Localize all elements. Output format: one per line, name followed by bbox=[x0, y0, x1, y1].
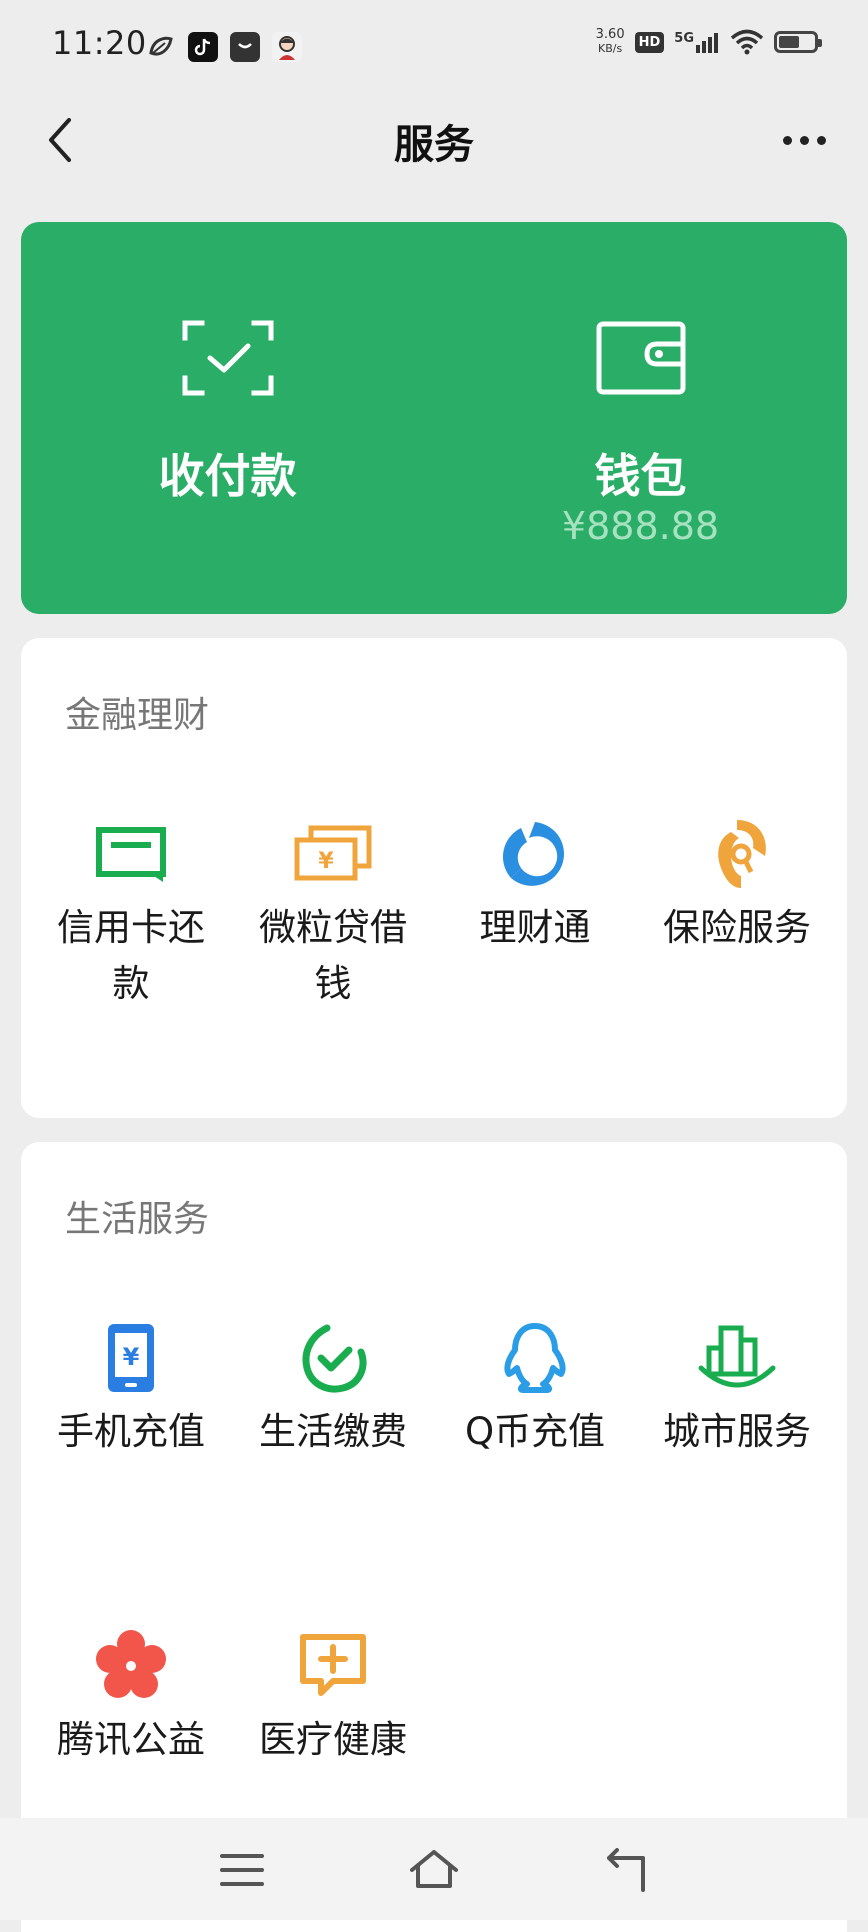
svg-text:¥: ¥ bbox=[318, 849, 334, 874]
hd-badge: HD bbox=[634, 31, 665, 53]
tiktok-icon bbox=[188, 32, 218, 62]
scan-check-icon bbox=[182, 320, 274, 400]
grid-label: 保险服务 bbox=[663, 906, 811, 949]
qq-penguin-icon bbox=[495, 1318, 575, 1398]
home-icon bbox=[410, 1850, 458, 1888]
finance-section: 金融理财 信用卡还款 ¥ 微粒贷借钱 理财通 保险服务 bbox=[21, 638, 847, 1118]
page-title: 服务 bbox=[394, 122, 474, 168]
grid-label: Q币充值 bbox=[464, 1410, 606, 1453]
loan-money-icon: ¥ bbox=[293, 814, 373, 894]
utility-pay-icon bbox=[293, 1318, 373, 1398]
more-button[interactable] bbox=[768, 110, 840, 170]
battery-icon bbox=[774, 31, 822, 53]
phone-topup-icon: ¥ bbox=[91, 1318, 171, 1398]
battery-level bbox=[779, 36, 800, 48]
charity-flower-icon bbox=[91, 1626, 171, 1706]
grid-label: 医疗健康 bbox=[259, 1718, 407, 1761]
system-nav-bar bbox=[0, 1818, 868, 1920]
wallet-button[interactable]: 钱包 ¥888.88 bbox=[434, 222, 847, 614]
wallet-card: 收付款 钱包 ¥888.88 bbox=[21, 222, 847, 614]
avatar-app-icon bbox=[272, 32, 302, 62]
status-time: 11:20 bbox=[52, 24, 147, 62]
nav-bar: 服务 bbox=[0, 96, 868, 186]
wifi-icon bbox=[730, 29, 764, 55]
home-button[interactable] bbox=[399, 1840, 469, 1900]
status-indicators: 3.60 KB/s HD 5G bbox=[595, 27, 822, 56]
insurance-icon bbox=[697, 814, 777, 894]
grid-label: 微粒贷借钱 bbox=[259, 906, 407, 1005]
section-title-life: 生活服务 bbox=[65, 1199, 210, 1240]
back-nav-button[interactable] bbox=[591, 1840, 661, 1900]
more-dots-icon bbox=[782, 135, 792, 145]
mail-app-icon bbox=[230, 32, 260, 62]
section-title-finance: 金融理财 bbox=[65, 695, 210, 736]
wallet-icon bbox=[595, 320, 687, 400]
svg-text:¥: ¥ bbox=[123, 1343, 140, 1371]
grid-label: 信用卡还款 bbox=[57, 906, 205, 1005]
pay-collect-label: 收付款 bbox=[158, 449, 297, 503]
notification-icons bbox=[146, 32, 302, 62]
wallet-label: 钱包 bbox=[594, 449, 687, 503]
signal-icon: 5G bbox=[674, 31, 720, 53]
medical-health-icon bbox=[293, 1626, 373, 1706]
status-bar: 11:20 3.60 KB/s HD 5G bbox=[0, 0, 868, 96]
life-section: 生活服务 ¥ 手机充值 生活缴费 Q币充值 城市服务 腾讯公益 医疗健康 bbox=[21, 1142, 847, 1932]
leaf-app-icon bbox=[146, 32, 176, 62]
wallet-balance: ¥888.88 bbox=[561, 504, 720, 548]
grid-label: 腾讯公益 bbox=[57, 1718, 205, 1761]
grid-label: 手机充值 bbox=[57, 1410, 205, 1453]
grid-label: 生活缴费 bbox=[259, 1410, 407, 1453]
city-service-icon bbox=[697, 1318, 777, 1398]
grid-label: 城市服务 bbox=[663, 1410, 811, 1453]
network-speed: 3.60 KB/s bbox=[595, 27, 625, 56]
pay-collect-button[interactable]: 收付款 bbox=[21, 222, 434, 614]
menu-lines-icon bbox=[220, 1854, 264, 1886]
credit-card-icon bbox=[91, 814, 171, 894]
return-arrow-icon bbox=[607, 1848, 645, 1892]
licaitong-icon bbox=[495, 814, 575, 894]
grid-label: 理财通 bbox=[479, 906, 591, 949]
menu-button[interactable] bbox=[207, 1840, 277, 1900]
